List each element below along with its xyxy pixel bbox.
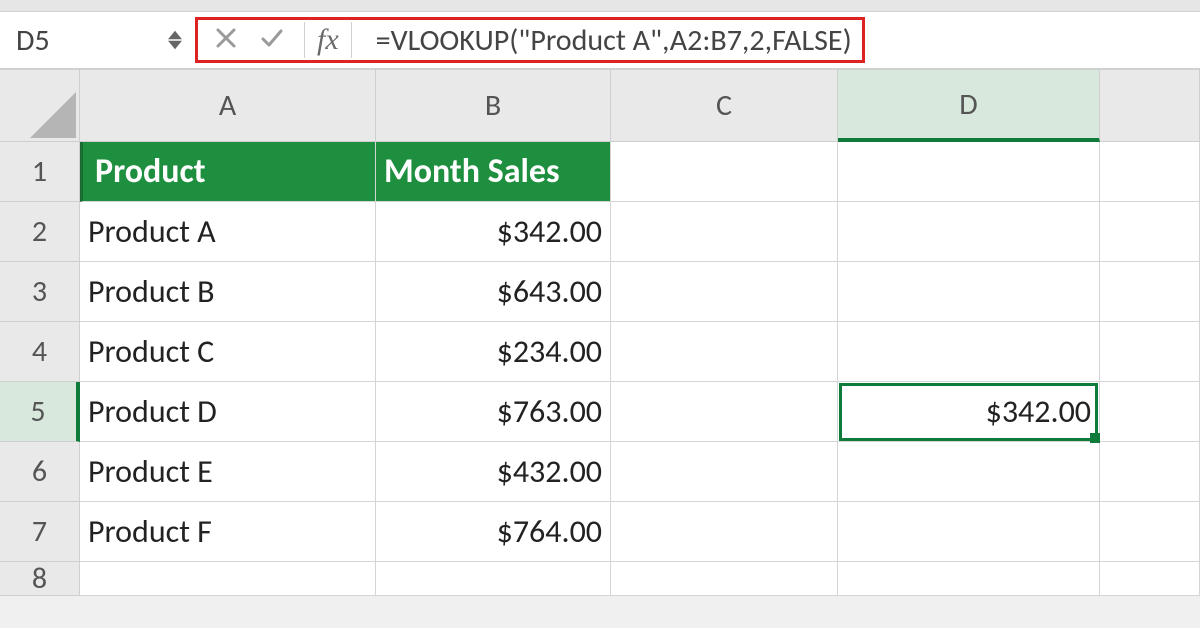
worksheet-grid[interactable]: A B C D 1 Product Month Sales 2 Product … xyxy=(0,70,1200,596)
chevron-up-icon xyxy=(168,30,182,40)
cell-D5[interactable]: $342.00 xyxy=(838,382,1100,442)
cell-D2[interactable] xyxy=(838,202,1100,262)
cell-E8[interactable] xyxy=(1100,562,1200,596)
cell-B8[interactable] xyxy=(376,562,611,596)
confirm-formula-button[interactable] xyxy=(260,26,284,55)
cell-D7[interactable] xyxy=(838,502,1100,562)
row-header-4[interactable]: 4 xyxy=(0,322,80,382)
cell-D1[interactable] xyxy=(838,142,1100,202)
cell-E1[interactable] xyxy=(1100,142,1200,202)
cell-A2[interactable]: Product A xyxy=(80,202,376,262)
cell-C7[interactable] xyxy=(611,502,838,562)
col-header-B[interactable]: B xyxy=(376,70,611,142)
cell-A6[interactable]: Product E xyxy=(80,442,376,502)
row-header-6[interactable]: 6 xyxy=(0,442,80,502)
col-header-A[interactable]: A xyxy=(80,70,376,142)
row-header-7[interactable]: 7 xyxy=(0,502,80,562)
col-header-C[interactable]: C xyxy=(611,70,838,142)
chevron-down-icon xyxy=(168,40,182,50)
formula-bar-separator-2 xyxy=(351,22,352,58)
cell-E5[interactable] xyxy=(1100,382,1200,442)
formula-bar-separator xyxy=(304,22,305,58)
row-header-2[interactable]: 2 xyxy=(0,202,80,262)
x-icon xyxy=(214,26,238,50)
cell-B2[interactable]: $342.00 xyxy=(376,202,611,262)
row-header-5[interactable]: 5 xyxy=(0,382,80,442)
cell-D4[interactable] xyxy=(838,322,1100,382)
cell-D3[interactable] xyxy=(838,262,1100,322)
formula-bar: D5 fx =VLOOKUP("Product A",A2:B7,2,FALSE… xyxy=(0,12,1200,70)
cell-A5[interactable]: Product D xyxy=(80,382,376,442)
check-icon xyxy=(260,26,284,50)
cell-B6[interactable]: $432.00 xyxy=(376,442,611,502)
cell-D6[interactable] xyxy=(838,442,1100,502)
cell-E3[interactable] xyxy=(1100,262,1200,322)
cell-D8[interactable] xyxy=(838,562,1100,596)
cell-C3[interactable] xyxy=(611,262,838,322)
cell-C2[interactable] xyxy=(611,202,838,262)
cell-A7[interactable]: Product F xyxy=(80,502,376,562)
formula-bar-highlight: fx =VLOOKUP("Product A",A2:B7,2,FALSE) xyxy=(195,17,865,63)
name-box-dropdown[interactable] xyxy=(155,12,195,68)
cell-A1[interactable]: Product xyxy=(80,142,376,202)
name-box-value: D5 xyxy=(16,22,50,59)
cell-B7[interactable]: $764.00 xyxy=(376,502,611,562)
name-box[interactable]: D5 xyxy=(0,12,155,68)
row-header-3[interactable]: 3 xyxy=(0,262,80,322)
select-all-corner[interactable] xyxy=(0,70,80,142)
cell-E6[interactable] xyxy=(1100,442,1200,502)
cancel-formula-button[interactable] xyxy=(214,26,238,55)
cell-E4[interactable] xyxy=(1100,322,1200,382)
col-header-E[interactable] xyxy=(1100,70,1200,142)
cell-B4[interactable]: $234.00 xyxy=(376,322,611,382)
cell-B1[interactable]: Month Sales xyxy=(376,142,611,202)
cell-A4[interactable]: Product C xyxy=(80,322,376,382)
cell-B5[interactable]: $763.00 xyxy=(376,382,611,442)
row-header-8[interactable]: 8 xyxy=(0,562,80,596)
row-header-1[interactable]: 1 xyxy=(0,142,80,202)
cell-C8[interactable] xyxy=(611,562,838,596)
cell-C4[interactable] xyxy=(611,322,838,382)
col-header-D[interactable]: D xyxy=(838,70,1100,142)
cell-C6[interactable] xyxy=(611,442,838,502)
window-top-strip xyxy=(0,0,1200,12)
cell-A8[interactable] xyxy=(80,562,376,596)
formula-input[interactable]: =VLOOKUP("Product A",A2:B7,2,FALSE) xyxy=(358,22,852,59)
cell-B3[interactable]: $643.00 xyxy=(376,262,611,322)
cell-A3[interactable]: Product B xyxy=(80,262,376,322)
cell-C1[interactable] xyxy=(611,142,838,202)
cell-E2[interactable] xyxy=(1100,202,1200,262)
fx-label[interactable]: fx xyxy=(311,23,345,57)
cell-C5[interactable] xyxy=(611,382,838,442)
cell-E7[interactable] xyxy=(1100,502,1200,562)
